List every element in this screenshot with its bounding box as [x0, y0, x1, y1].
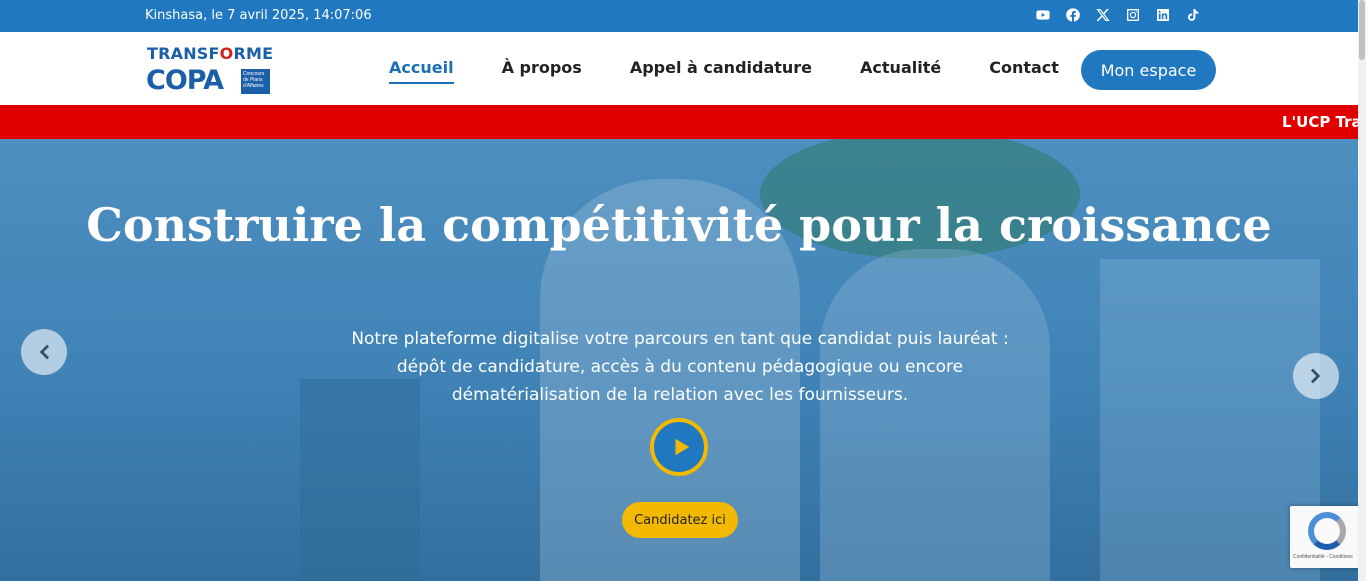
- hero-person-2: [820, 249, 1050, 581]
- tiktok-icon[interactable]: [1184, 6, 1202, 24]
- logo-badge: Concours de Plans d'Affaires: [241, 69, 270, 94]
- logo-line2: COPA: [146, 65, 224, 96]
- top-bar: Kinshasa, le 7 avril 2025, 14:07:06: [0, 0, 1358, 32]
- hero-carousel: Construire la compétitivité pour la croi…: [0, 139, 1358, 581]
- recaptcha-icon: [1308, 512, 1346, 550]
- mon-espace-button[interactable]: Mon espace: [1081, 50, 1216, 90]
- x-icon[interactable]: [1094, 6, 1112, 24]
- nav-item-a-propos[interactable]: À propos: [502, 58, 582, 84]
- instagram-icon[interactable]: [1124, 6, 1142, 24]
- main-navbar: TRANSFORME COPA Concours de Plans d'Affa…: [0, 32, 1358, 105]
- carousel-next-button[interactable]: [1293, 353, 1339, 399]
- social-links: [1034, 6, 1202, 24]
- chevron-left-icon: [39, 344, 50, 360]
- carousel-prev-button[interactable]: [21, 329, 67, 375]
- play-video-button[interactable]: [650, 418, 708, 476]
- candidatez-button[interactable]: Candidatez ici: [622, 502, 738, 538]
- nav-item-appel-a-candidature[interactable]: Appel à candidature: [630, 58, 812, 84]
- page-scrollbar[interactable]: [1358, 0, 1366, 581]
- ticker-text[interactable]: L'UCP Tran: [1282, 113, 1358, 131]
- nav-item-contact[interactable]: Contact: [989, 58, 1059, 84]
- chevron-right-icon: [1310, 368, 1321, 384]
- hero-title: Construire la compétitivité pour la croi…: [86, 198, 1272, 252]
- play-icon: [675, 438, 690, 456]
- scrollbar-thumb[interactable]: [1359, 0, 1365, 60]
- nav-item-accueil[interactable]: Accueil: [389, 58, 454, 84]
- nav-item-actualite[interactable]: Actualité: [860, 58, 941, 84]
- hero-subtitle: Notre plateforme digitalise votre parcou…: [351, 329, 1009, 405]
- transforme-copa-logo[interactable]: TRANSFORME COPA Concours de Plans d'Affa…: [146, 42, 274, 98]
- logo-line1: TRANSFORME: [147, 44, 274, 63]
- current-datetime: Kinshasa, le 7 avril 2025, 14:07:06: [145, 8, 372, 23]
- news-ticker: L'UCP Tran: [0, 105, 1358, 139]
- facebook-icon[interactable]: [1064, 6, 1082, 24]
- linkedin-icon[interactable]: [1154, 6, 1172, 24]
- recaptcha-badge[interactable]: Confidentialité - Conditions: [1290, 506, 1366, 568]
- primary-nav: Accueil À propos Appel à candidature Act…: [389, 58, 1059, 84]
- hero-bg-wall: [1100, 259, 1320, 581]
- recaptcha-text: Confidentialité - Conditions: [1293, 554, 1353, 560]
- youtube-icon[interactable]: [1034, 6, 1052, 24]
- hero-bg-machine: [300, 379, 420, 581]
